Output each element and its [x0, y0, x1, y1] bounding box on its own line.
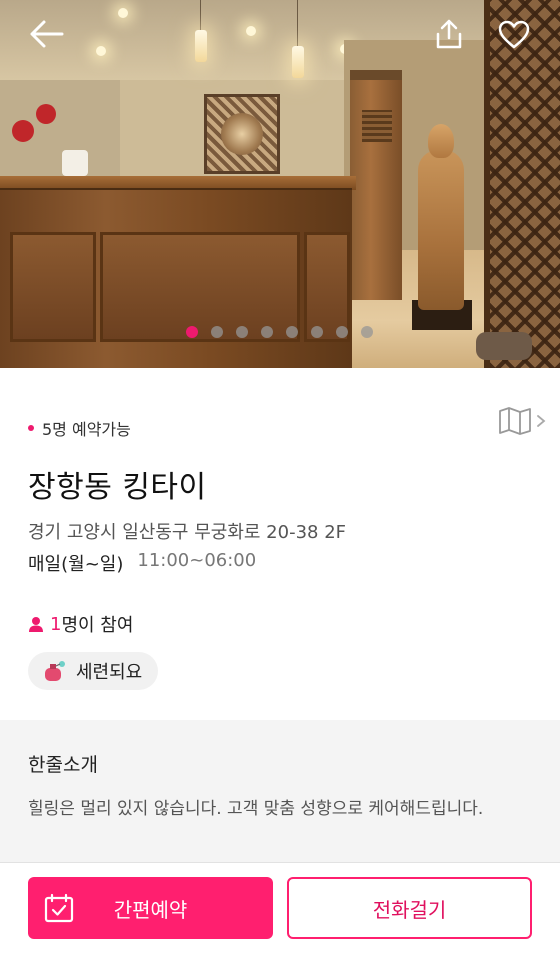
- pendant-lamp: [195, 30, 207, 62]
- share-button[interactable]: [432, 16, 466, 52]
- wall-art-panel: [204, 94, 280, 174]
- statue: [418, 150, 464, 310]
- gallery-dot[interactable]: [311, 326, 323, 338]
- hours-days: 매일(월~일): [28, 554, 124, 575]
- wooden-door: [350, 70, 402, 300]
- decor-ornament: [36, 104, 56, 124]
- counter-panel: [10, 232, 96, 342]
- gallery-dot[interactable]: [336, 326, 348, 338]
- business-hours: 매일(월~일) 11:00~06:00: [28, 550, 256, 576]
- shop-info: 5명 예약가능 장항동 킹타이 경기 고양시 일산동구 무궁화로 20-38 2…: [0, 368, 560, 720]
- gallery-dot[interactable]: [261, 326, 273, 338]
- tag-label: 세련되요: [76, 662, 143, 683]
- shop-title: 장항동 킹타이: [28, 470, 207, 505]
- reserve-label: 간편예약: [113, 897, 188, 922]
- decor-item: [62, 150, 88, 176]
- person-icon: [29, 617, 43, 632]
- participants-info: 1 명이 참여: [28, 611, 133, 637]
- availability-text: 5명 예약가능: [42, 420, 131, 439]
- wooden-lattice: [484, 0, 560, 368]
- calendar-check-icon: [44, 893, 74, 923]
- pendant-lamp: [292, 46, 304, 78]
- ceiling-light: [118, 8, 128, 18]
- back-arrow-icon: [30, 20, 64, 48]
- intro-text: 힐링은 멀리 있지 않습니다. 고객 맞춤 성향으로 케어해드립니다.: [28, 799, 484, 819]
- review-tag[interactable]: 세련되요: [28, 652, 159, 690]
- map-icon: [499, 407, 531, 435]
- reserve-button[interactable]: 간편예약: [28, 877, 273, 939]
- pendant-wire: [200, 0, 201, 30]
- ceiling-light: [96, 46, 106, 56]
- back-button[interactable]: [26, 16, 66, 52]
- participants-label: 명이 참여: [61, 615, 134, 636]
- shop-address: 경기 고양시 일산동구 무궁화로 20-38 2F: [28, 522, 346, 543]
- status-dot: [28, 425, 34, 431]
- bottom-action-bar: 간편예약 전화걸기: [0, 862, 560, 954]
- ceiling-light: [246, 26, 256, 36]
- map-button[interactable]: [498, 406, 546, 436]
- decor-ornament: [12, 120, 34, 142]
- door-vent: [362, 110, 392, 142]
- perfume-icon: [45, 661, 65, 681]
- gallery-dot[interactable]: [361, 326, 373, 338]
- gallery-dot[interactable]: [186, 326, 198, 338]
- pendant-wire: [297, 0, 298, 46]
- photo-gallery[interactable]: [0, 0, 560, 368]
- call-label: 전화걸기: [372, 897, 447, 922]
- gallery-dot[interactable]: [211, 326, 223, 338]
- call-button[interactable]: 전화걸기: [287, 877, 532, 939]
- hours-time: 11:00~06:00: [137, 550, 257, 571]
- statue-head: [428, 124, 454, 158]
- slippers: [476, 332, 532, 360]
- share-icon: [436, 19, 462, 49]
- participants-count: 1: [50, 613, 62, 635]
- chevron-right-icon: [537, 415, 546, 427]
- heart-icon: [498, 20, 530, 49]
- gallery-dot[interactable]: [236, 326, 248, 338]
- availability-status: 5명 예약가능: [28, 416, 131, 440]
- intro-section: 한줄소개 힐링은 멀리 있지 않습니다. 고객 맞춤 성향으로 케어해드립니다.: [0, 720, 560, 862]
- intro-title: 한줄소개: [28, 754, 98, 776]
- favorite-button[interactable]: [496, 18, 532, 52]
- gallery-dot[interactable]: [286, 326, 298, 338]
